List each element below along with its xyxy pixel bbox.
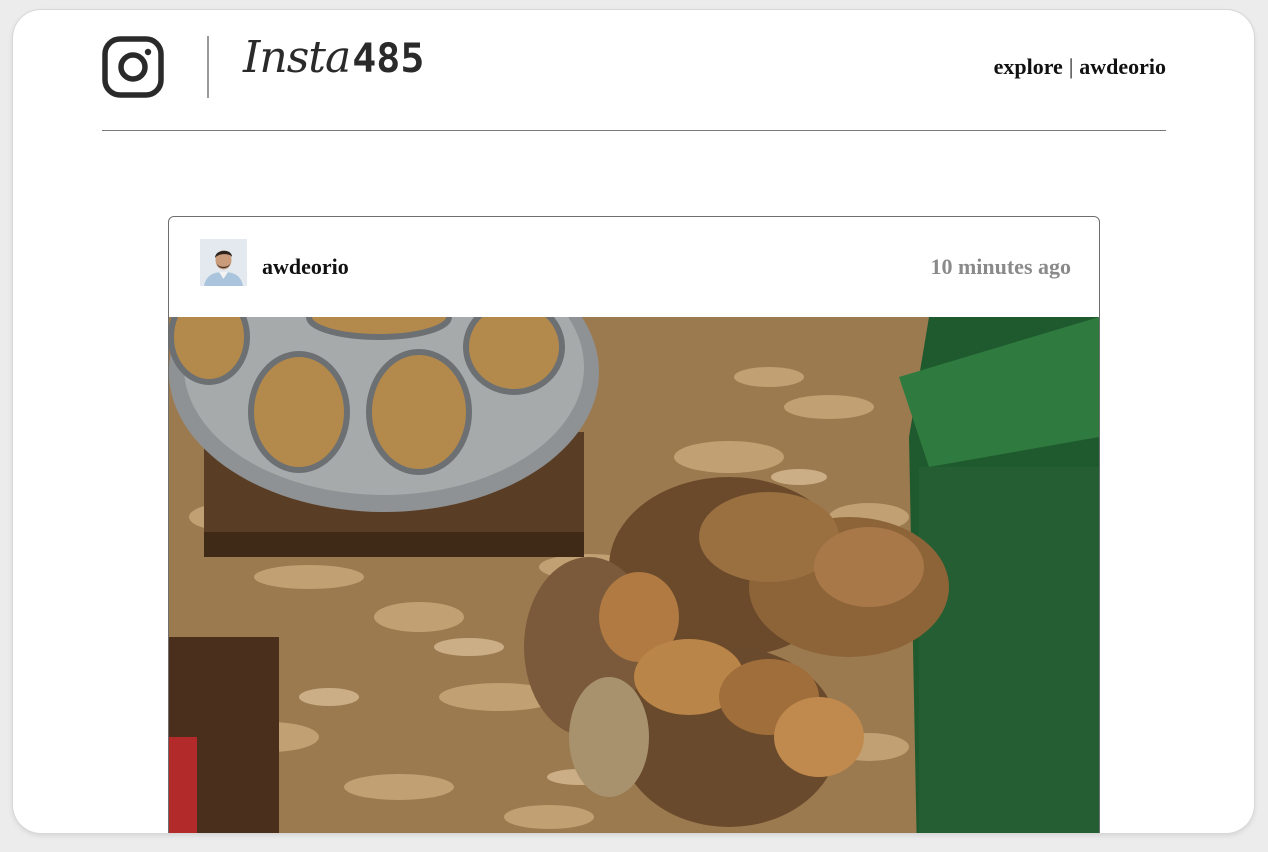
nav-separator: | — [1068, 54, 1074, 79]
instagram-camera-icon[interactable] — [102, 36, 164, 98]
logo-script-text: Insta — [243, 32, 351, 83]
post-owner-link[interactable]: awdeorio — [262, 254, 349, 280]
site-header: Insta 485 explore | awdeorio — [102, 10, 1166, 131]
site-logo[interactable]: Insta 485 — [243, 32, 424, 92]
post-card: awdeorio 10 minutes ago — [168, 216, 1100, 833]
user-profile-link[interactable]: awdeorio — [1079, 54, 1166, 80]
top-nav: explore | awdeorio — [994, 54, 1166, 80]
logo-divider — [207, 36, 209, 98]
avatar[interactable] — [200, 239, 247, 286]
browser-window: Insta 485 explore | awdeorio awdeorio 10… — [13, 10, 1254, 833]
post-photo[interactable] — [169, 317, 1099, 833]
explore-link[interactable]: explore — [994, 54, 1063, 80]
logo-number-text: 485 — [352, 36, 425, 82]
post-header: awdeorio 10 minutes ago — [169, 217, 1099, 317]
post-timestamp-link[interactable]: 10 minutes ago — [930, 254, 1071, 280]
